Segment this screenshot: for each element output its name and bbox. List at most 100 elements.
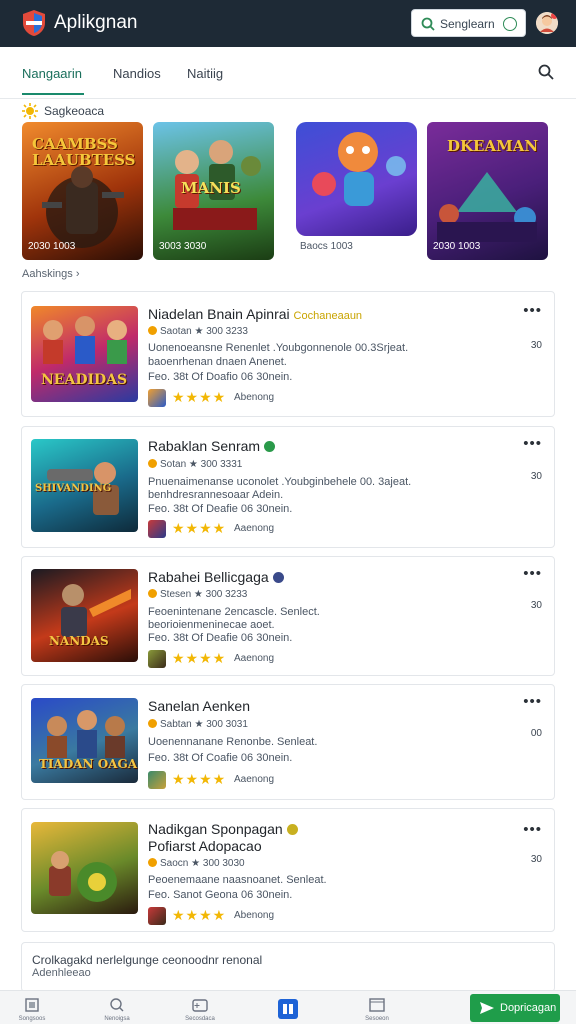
game-meta: Stesen ★ 300 3233 [148,589,247,600]
game-art [312,132,406,206]
game-count: 30 [530,854,542,865]
game-count: 30 [530,600,542,611]
info-text: Crolkagakd nerlelgunge ceonoodnr renonal [32,953,263,967]
game-title: Nadikgan Sponpagan [148,821,298,837]
home-icon [25,998,39,1012]
featured-title: CAAMBSS LAAUBTESS [32,135,136,169]
nav-item-settings[interactable]: Sesoeon [357,995,397,1023]
game-description: Peoenemaane naasnoanet. Senleat. [148,874,327,886]
featured-game-tile[interactable]: MANIS 3003 3030 [153,122,274,260]
featured-price: 3003 3030 [159,241,207,252]
more-options-icon[interactable]: ••• [523,821,542,838]
game-details: Feo. Sanot Geona 06 30nein. [148,889,293,901]
featured-title: DKEAMAN [447,137,539,155]
game-description: Uonenoeansne Renenlet .Youbgonnenole 00.… [148,342,409,354]
more-options-icon[interactable]: ••• [523,435,542,452]
more-options-icon[interactable]: ••• [523,693,542,710]
game-list-item[interactable]: Nadikgan Sponpagan Pofiarst Adopacao Sao… [21,808,555,932]
coin-icon [148,589,157,598]
window-icon [369,998,385,1012]
search-icon[interactable] [538,64,554,80]
game-thumbnail: NEADIDAS [31,306,138,402]
nav-item-library[interactable]: Secosdaca [180,995,220,1023]
search-placeholder: Senglearn [440,17,495,31]
search-submit-icon[interactable] [503,17,517,31]
game-details: Feo. 38t Of Doafio 06 30nein. [148,371,293,383]
featured-price: 2030 1003 [28,241,76,252]
game-mini-icon [148,650,166,668]
active-tab-indicator [22,93,84,95]
game-description: Uoenennanane Renonbe. Senleat. [148,736,318,748]
game-count: 30 [530,340,542,351]
game-title: Niadelan Bnain Apinrai Cochaneaaun [148,306,363,322]
game-description: Feoenintenane 2encascle. Senlect. [148,606,320,618]
game-thumbnail: TIADAN OAGA [31,698,138,783]
game-thumbnail: NANDAS [31,569,138,662]
coin-icon [148,858,157,867]
info-banner[interactable]: Crolkagakd nerlelgunge ceonoodnr renonal… [21,942,555,992]
star-rating-icon: ★★★★ [172,907,227,923]
coin-icon [148,326,157,335]
notification-dot [551,12,558,19]
star-rating-icon: ★★★★ [172,771,227,787]
game-count: 00 [530,728,542,739]
game-thumbnail: SHIVANDING [31,439,138,532]
game-mini-icon [148,907,166,925]
game-title: Sanelan Aenken [148,698,250,714]
more-options-icon[interactable]: ••• [523,302,542,319]
featured-title: MANIS [181,179,241,197]
search-icon [421,17,435,31]
avatar[interactable] [536,12,558,34]
game-details: Feo. 38t Of Deafie 06 30nein. [148,503,293,515]
shield-badge-icon [286,824,298,835]
game-description: baoenrhenan dnaen Anenet. [148,356,287,368]
ratings-section-label: Aahskings › [22,268,80,280]
game-meta: Sabtan ★ 300 3031 [148,719,248,730]
nav-item-search[interactable]: Nenoigsa [97,995,137,1023]
featured-game-tile[interactable] [296,122,417,236]
star-rating-icon: ★★★★ [172,389,227,405]
game-meta: Saocn ★ 300 3030 [148,858,245,869]
game-badge: Cochaneaaun [293,310,363,322]
book-icon [283,1004,293,1014]
game-description: Pnuenaimenanse uconolet .Youbginbehele 0… [148,476,412,488]
tab-naitiig[interactable]: Naitiig [187,66,223,81]
game-meta: Sotan ★ 300 3331 [148,459,242,470]
nav-item-active[interactable] [278,999,298,1019]
primary-action-button[interactable]: Dopricagan [470,994,560,1022]
game-count: 30 [530,471,542,482]
game-list-item[interactable]: NANDAS Rabahei Bellicgaga Stesen ★ 300 3… [21,556,555,676]
send-icon [480,1002,494,1014]
featured-game-tile[interactable]: CAAMBSS LAAUBTESS 2030 1003 [22,122,143,260]
featured-price: Baocs 1003 [300,241,353,252]
game-list-item[interactable]: TIADAN OAGA Sanelan Aenken Sabtan ★ 300 … [21,684,555,800]
game-details: Feo. 38t Of Deafie 06 30nein. [148,632,293,644]
tab-nangaarin[interactable]: Nangaarin [22,66,82,81]
sun-icon [22,103,38,119]
info-subtext: Adenhleeao [32,967,91,979]
game-description: beorioienmeninecae aoet. [148,619,275,631]
coin-icon [148,459,157,468]
game-description: benhdresrannesoaar Adein. [148,489,284,501]
app-header: Aplikgnan Senglearn [0,0,576,47]
app-title: Aplikgnan [54,12,138,33]
game-mini-icon [148,389,166,407]
game-details: Feo. 38t Of Coafie 06 30nein. [148,752,293,764]
star-rating-icon: ★★★★ [172,520,227,536]
coin-icon [148,719,157,728]
nav-item-home[interactable]: Songsoos [12,995,52,1023]
star-rating-icon: ★★★★ [172,650,227,666]
tab-nandios[interactable]: Nandios [113,66,161,81]
gamepad-icon [192,999,208,1012]
game-meta: Saotan ★ 300 3233 [148,326,248,337]
game-mini-icon [148,771,166,789]
game-list-item[interactable]: SHIVANDING Rabaklan Senram Sotan ★ 300 3… [21,426,555,548]
game-subtitle: Pofiarst Adopacao [148,838,262,854]
game-list-item[interactable]: NEADIDAS Niadelan Bnain Apinrai Cochanea… [21,291,555,417]
search-icon [110,998,124,1012]
more-options-icon[interactable]: ••• [523,565,542,582]
featured-game-tile[interactable]: DKEAMAN 2030 1003 [427,122,548,260]
search-input[interactable]: Senglearn [411,9,526,37]
globe-icon [272,572,284,583]
game-title: Rabahei Bellicgaga [148,569,284,585]
